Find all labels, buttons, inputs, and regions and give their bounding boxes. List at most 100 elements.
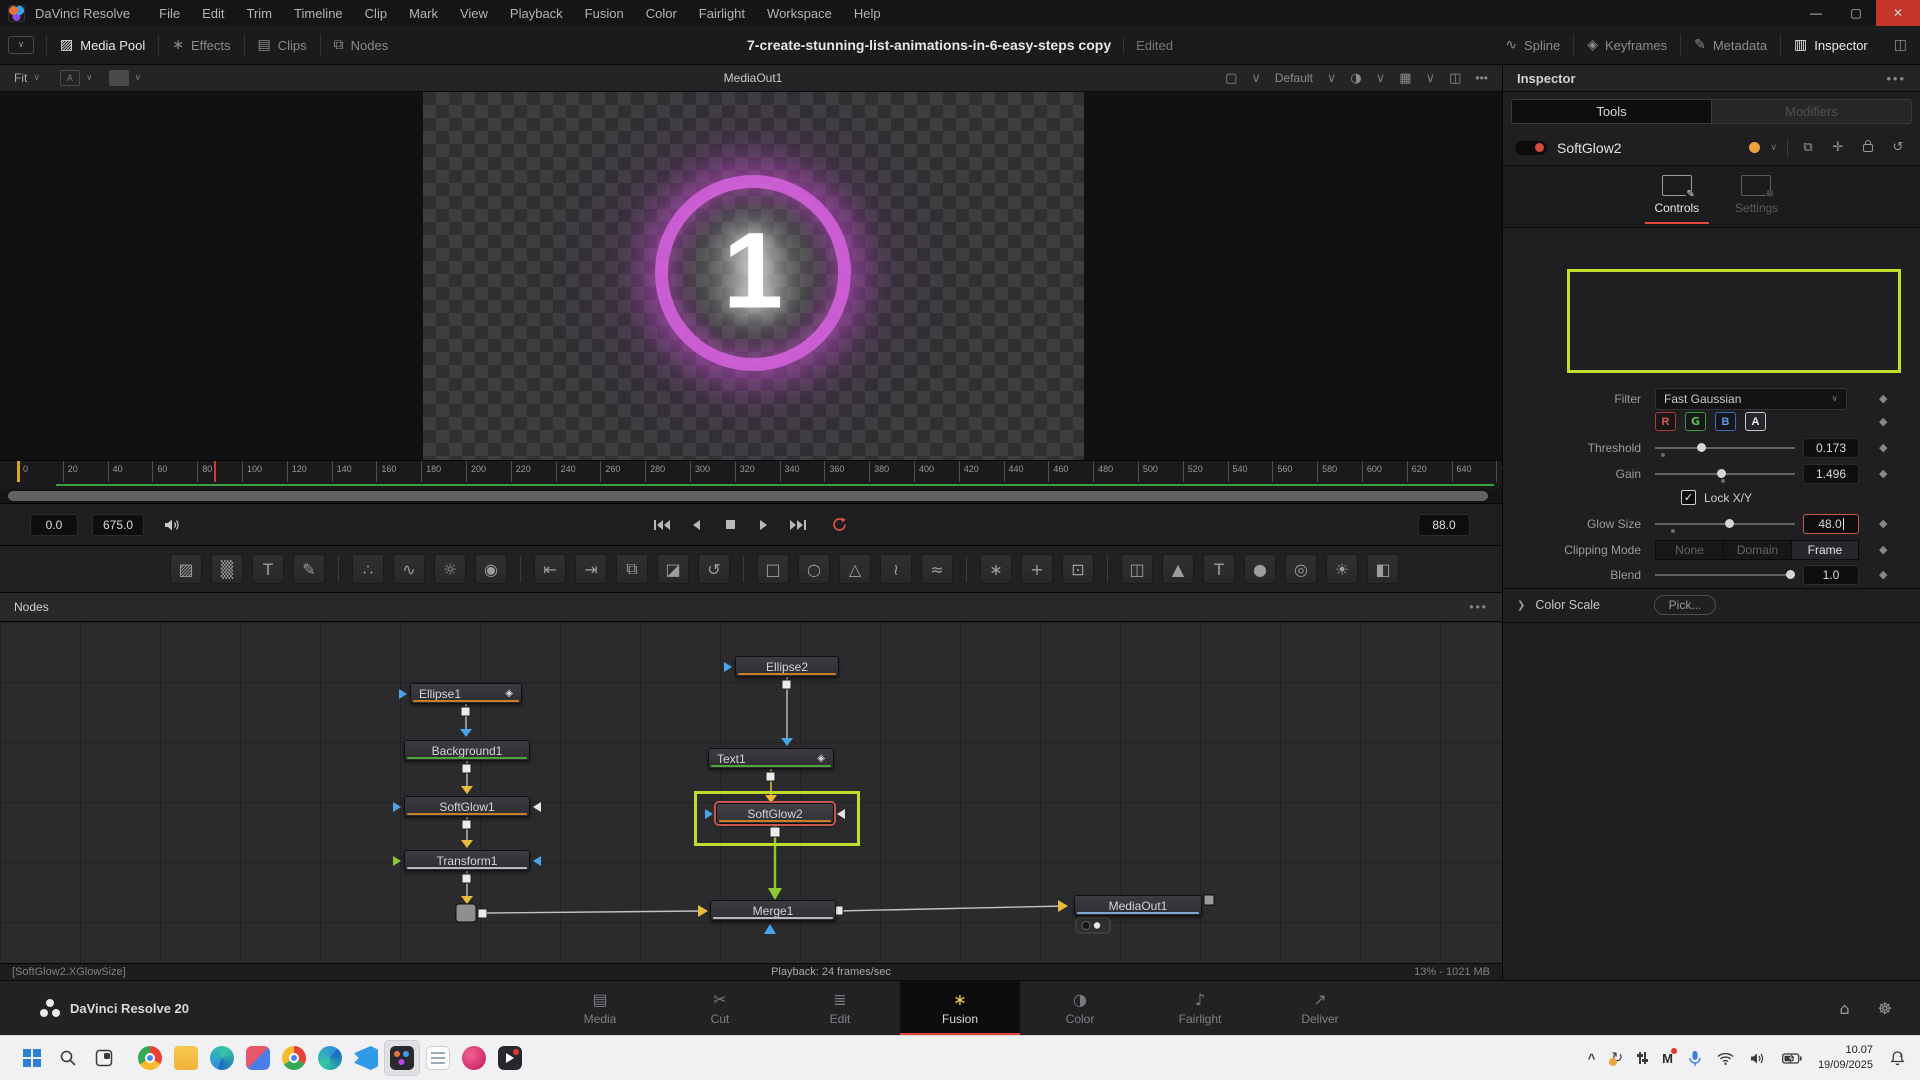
pick-button[interactable]: Pick... [1654,595,1716,615]
lut-dropdown[interactable]: Default [1275,71,1313,85]
menu-item[interactable]: Fusion [574,6,635,21]
input-triangle-icon[interactable] [724,662,732,672]
viewer-canvas[interactable]: 1 [0,92,1502,460]
battery-icon[interactable] [1782,1053,1802,1064]
versions-icon[interactable]: ⧉ [1798,140,1818,155]
timeline-ruler[interactable]: 0204060801001201401601802002202402602803… [0,460,1502,489]
particle-gravity-icon[interactable]: + [1021,554,1053,584]
keyframes-button[interactable]: ◈ Keyframes [1574,26,1680,64]
glow-size-value[interactable]: 48.0 [1803,514,1859,534]
wave-mask-icon[interactable]: ≈ [921,554,953,584]
node-text1[interactable]: Text1 ◈ [708,748,834,769]
text3d-icon[interactable]: T [1203,554,1235,584]
ellipse-mask-icon[interactable]: ○ [798,554,830,584]
minimize-button[interactable]: — [1796,0,1836,26]
clipping-frame-button[interactable]: Frame [1791,540,1859,560]
teams-status-icon[interactable]: M [1662,1051,1673,1066]
clock[interactable]: 10.07 19/09/2025 [1818,1043,1873,1073]
pin-icon[interactable]: ✛ [1828,140,1848,155]
search-icon[interactable] [50,1040,86,1076]
step-back-button[interactable] [685,517,707,533]
node-color-label-icon[interactable] [1749,142,1760,153]
menu-item[interactable]: Help [843,6,892,21]
menu-item[interactable]: Trim [236,6,284,21]
merge3d-icon[interactable]: ● [1244,554,1276,584]
input-triangle-icon[interactable] [393,802,401,812]
output-triangle-icon[interactable] [533,802,541,812]
node-enable-toggle[interactable] [1515,141,1547,155]
node-ellipse2[interactable]: Ellipse2 [735,656,839,677]
input-triangle-icon[interactable] [393,856,401,866]
node-merge1[interactable]: Merge1 [710,900,836,921]
channel-g-button[interactable]: G [1685,412,1706,431]
toolbar-separator[interactable] [966,556,967,582]
dual-viewer-icon[interactable]: ◫ [1449,71,1461,86]
app-icon-chrome[interactable] [276,1040,312,1076]
go-to-start-button[interactable] [651,517,673,533]
subtab-settings[interactable]: ☸ Settings [1735,175,1778,227]
page-tab-edit[interactable]: ≣Edit [780,981,900,1035]
particle-render-icon[interactable]: ⊡ [1062,554,1094,584]
playhead[interactable] [214,461,216,482]
threshold-slider[interactable] [1655,437,1795,458]
zoom-level-dropdown[interactable]: Fit [14,71,27,85]
saver-tool-icon[interactable]: ⇥ [575,554,607,584]
subtab-controls[interactable]: ✎ Controls [1645,175,1709,227]
stop-button[interactable] [719,517,741,533]
paint-tool-icon[interactable]: ✎ [293,554,325,584]
start-button[interactable] [14,1040,50,1076]
page-tab-fairlight[interactable]: ♪Fairlight [1140,981,1260,1035]
page-tab-cut[interactable]: ✂Cut [660,981,780,1035]
blend-slider[interactable] [1655,564,1795,585]
app-icon-clipchamp[interactable] [456,1040,492,1076]
loader-tool-icon[interactable]: ⇤ [534,554,566,584]
merge-tool-icon[interactable]: ⧉ [616,554,648,584]
home-icon[interactable]: ⌂ [1840,999,1850,1018]
view-mode-icon[interactable] [109,70,129,86]
current-frame-input[interactable]: 88.0 [1418,514,1470,536]
wifi-icon[interactable] [1717,1052,1734,1065]
microphone-icon[interactable] [1689,1050,1701,1067]
light3d-icon[interactable]: ☀ [1326,554,1358,584]
media-pool-button[interactable]: ▨ Media Pool [47,26,158,64]
renderer3d-icon[interactable]: ◧ [1367,554,1399,584]
toolbar-separator[interactable] [1107,556,1108,582]
clipping-none-button[interactable]: None [1655,540,1723,560]
glow-size-slider[interactable] [1655,513,1795,534]
channel-b-button[interactable]: B [1715,412,1736,431]
camera3d-icon[interactable]: ◎ [1285,554,1317,584]
app-icon-davinci-resolve-active[interactable] [384,1040,420,1076]
page-tab-fusion[interactable]: ∗Fusion [900,981,1020,1035]
notification-bell-icon[interactable]: z [1889,1050,1906,1067]
rectangle-mask-icon[interactable]: □ [757,554,789,584]
app-icon-media-player[interactable] [492,1040,528,1076]
keyframe-icon[interactable]: ◆ [1879,568,1887,581]
menu-item[interactable]: Workspace [756,6,843,21]
text-tool-icon[interactable]: T [252,554,284,584]
maximize-button[interactable]: ▢ [1836,0,1876,26]
expander-chevron-icon[interactable]: ❯ [1517,600,1525,611]
filter-dropdown[interactable]: Fast Gaussian∨ [1655,388,1847,410]
app-icon-browser[interactable] [132,1040,168,1076]
scrollbar-thumb[interactable] [8,491,1488,501]
app-icon-notes[interactable] [420,1040,456,1076]
channel-r-button[interactable]: R [1655,412,1676,431]
go-to-end-button[interactable] [787,517,809,533]
menu-item[interactable]: Playback [499,6,574,21]
bspline-mask-icon[interactable]: ≀ [880,554,912,584]
tray-expand-chevron-icon[interactable]: ^ [1588,1051,1596,1066]
fastnoise-tool-icon[interactable]: ▒ [211,554,243,584]
node-ellipse1[interactable]: Ellipse1 ◈ [410,683,522,704]
menu-item[interactable]: Mark [398,6,449,21]
colorcorrector-tool-icon[interactable]: ☼ [434,554,466,584]
blur-tool-icon[interactable]: ◉ [475,554,507,584]
spline-button[interactable]: ∿ Spline [1492,26,1573,64]
toolbar-separator[interactable] [338,556,339,582]
node-transform1[interactable]: Transform1 [404,850,530,871]
input-triangle-icon[interactable] [399,689,407,699]
node-mediaout1[interactable]: MediaOut1 [1074,895,1202,916]
viewer-options-menu[interactable]: ••• [1475,71,1488,85]
chevron-down-icon[interactable]: ∨ [1770,143,1777,153]
nodes-panel-menu[interactable]: ••• [1469,600,1488,614]
menu-item[interactable]: Fairlight [688,6,756,21]
